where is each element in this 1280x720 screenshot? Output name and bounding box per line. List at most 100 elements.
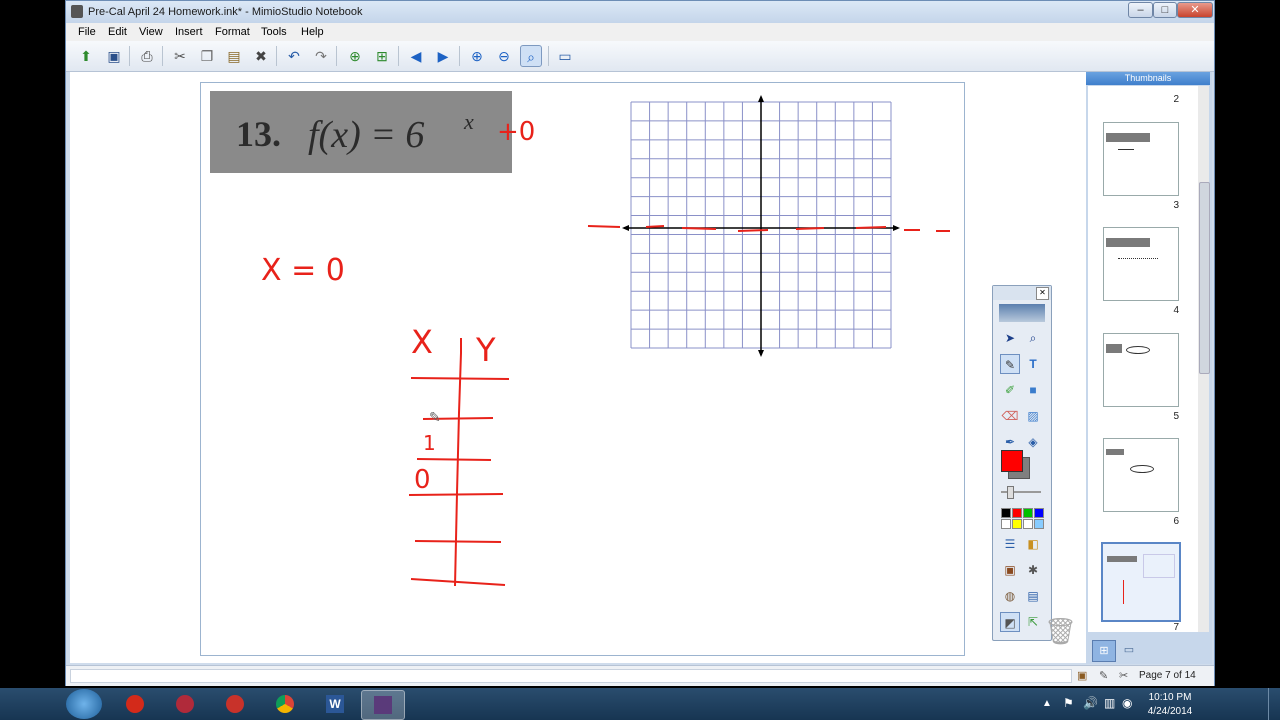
color-swatch[interactable] (1034, 519, 1044, 529)
menu-bar: File Edit View Insert Format Tools Help (66, 23, 1214, 41)
color-swatch[interactable] (1023, 508, 1033, 518)
zoom-fit-icon[interactable]: ⌕ (520, 45, 542, 67)
taskbar-mimio-icon[interactable] (361, 690, 405, 720)
zoom-out-icon[interactable]: ⊖ (493, 45, 515, 67)
taskbar-word-icon[interactable]: W (314, 690, 356, 718)
print-icon[interactable]: ⎙ (136, 45, 158, 67)
taskbar-angry-birds-seasons-icon[interactable] (214, 690, 256, 718)
taskbar-angry-birds-icon[interactable] (114, 690, 156, 718)
menu-tools[interactable]: Tools (261, 26, 287, 38)
line-style-icon[interactable]: ☰ (1000, 534, 1020, 554)
new-page-icon[interactable]: ⊕ (344, 45, 366, 67)
menu-edit[interactable]: Edit (108, 26, 127, 38)
fill-tool-icon[interactable]: ◈ (1023, 432, 1043, 452)
settings-status-icon[interactable]: ✂ (1119, 669, 1128, 682)
tools-status-icon[interactable]: ✎ (1099, 669, 1108, 682)
thumbnail-page-5[interactable] (1103, 333, 1179, 407)
trash-icon[interactable]: 🗑 (1044, 616, 1077, 648)
screen-capture-icon[interactable]: ▤ (1023, 586, 1043, 606)
line-color-swatch[interactable] (1001, 450, 1023, 472)
duplicate-page-icon[interactable]: ⊞ (371, 45, 393, 67)
thumbnail-page-4[interactable] (1103, 227, 1179, 301)
toolbar-separator (459, 46, 460, 66)
thumbnail-page-number: 5 (1173, 411, 1179, 422)
thumbnail-page-7-selected[interactable] (1101, 542, 1181, 622)
eyedropper-tool-icon[interactable]: ✒ (1000, 432, 1020, 452)
start-button[interactable] (66, 689, 102, 719)
maximize-button[interactable]: □ (1153, 2, 1177, 18)
image-tool-icon[interactable]: ▨ (1023, 406, 1043, 426)
menu-insert[interactable]: Insert (175, 26, 203, 38)
redo-icon[interactable]: ↷ (310, 45, 332, 67)
problem-exponent: x (464, 109, 474, 134)
handwritten-x-equals: X = 0 (261, 253, 345, 288)
close-button[interactable]: ✕ (1177, 2, 1213, 18)
palette-preview (999, 304, 1045, 322)
color-swatch[interactable] (1034, 508, 1044, 518)
toolbar-separator (336, 46, 337, 66)
spotlight-icon[interactable]: ✱ (1023, 560, 1043, 580)
network-icon[interactable]: ▥ (1104, 696, 1115, 710)
thumbnails-panel: Thumbnails 2 3 4 5 6 7 ⊞ ▭ (1086, 72, 1212, 664)
tray-flag-icon[interactable]: ⚑ (1063, 696, 1074, 710)
paste-icon[interactable]: ▤ (223, 45, 245, 67)
recorder-icon[interactable]: ▣ (1000, 560, 1020, 580)
palette-close-icon[interactable]: ✕ (1036, 287, 1049, 300)
show-desktop-button[interactable] (1268, 688, 1280, 720)
zoom-tool-icon[interactable]: ⌕ (1023, 328, 1043, 348)
thickness-slider-thumb[interactable] (1007, 486, 1014, 499)
save-icon[interactable]: ▣ (103, 45, 125, 67)
clock-time[interactable]: 10:10 PM (1148, 692, 1192, 703)
export-icon[interactable]: ⇱ (1023, 612, 1043, 632)
color-swatch[interactable] (1012, 508, 1022, 518)
highlighter-tool-icon[interactable]: ✐ (1000, 380, 1020, 400)
clock-date[interactable]: 4/24/2014 (1144, 706, 1196, 717)
minimize-button[interactable]: – (1128, 2, 1153, 18)
menu-format[interactable]: Format (215, 26, 250, 38)
reveal-icon[interactable]: ◍ (1000, 586, 1020, 606)
text-tool-icon[interactable]: T (1023, 354, 1043, 374)
zoom-in-icon[interactable]: ⊕ (466, 45, 488, 67)
select-tool-icon[interactable]: ➤ (1000, 328, 1020, 348)
color-swatch[interactable] (1023, 519, 1033, 529)
taskbar-angry-birds-space-icon[interactable] (164, 690, 206, 718)
toolbar-separator (162, 46, 163, 66)
copy-icon[interactable]: ❐ (196, 45, 218, 67)
taskbar-chrome-icon[interactable] (264, 690, 306, 718)
menu-view[interactable]: View (139, 26, 163, 38)
thumbnails-tab-icon[interactable]: ⊞ (1092, 640, 1116, 662)
canvas-area[interactable]: 13. f(x) = 6 x +0 X = 0 X Y 1 0 ✎ ✕ ➤ ⌕ … (70, 72, 1086, 663)
pen-tool-icon[interactable]: ✎ (1000, 354, 1020, 374)
notebook-page[interactable]: 13. f(x) = 6 x +0 X = 0 X Y 1 0 ✎ (200, 82, 965, 656)
thumbnail-page-6[interactable] (1103, 438, 1179, 512)
thumbnail-scrollbar[interactable] (1198, 86, 1210, 632)
shape-tool-icon[interactable]: ■ (1023, 380, 1043, 400)
problem-function: f(x) = 6 (308, 114, 425, 156)
color-swatch[interactable] (1001, 519, 1011, 529)
undo-icon[interactable]: ↶ (283, 45, 305, 67)
cut-icon[interactable]: ✂ (169, 45, 191, 67)
volume-icon[interactable]: 🔊 (1083, 696, 1098, 710)
previous-page-icon[interactable]: ◀ (405, 45, 427, 67)
toolbar-separator (548, 46, 549, 66)
scrollbar-thumb[interactable] (1199, 182, 1210, 374)
thumbnail-page-number: 4 (1173, 305, 1179, 316)
gallery-tab-icon[interactable]: ▭ (1118, 640, 1140, 660)
open-icon[interactable]: ⬆ (75, 45, 97, 67)
delete-icon[interactable]: ✖ (250, 45, 272, 67)
color-swatch[interactable] (1001, 508, 1011, 518)
eraser-tool-icon[interactable]: ⌫ (1000, 406, 1020, 426)
display-icon[interactable]: ▭ (554, 45, 576, 67)
color-swatch[interactable] (1012, 519, 1022, 529)
menu-help[interactable]: Help (301, 26, 324, 38)
menu-file[interactable]: File (78, 26, 96, 38)
next-page-icon[interactable]: ▶ (432, 45, 454, 67)
interactive-mode-icon[interactable]: ◩ (1000, 612, 1020, 632)
recorder-status-icon[interactable]: ▣ (1077, 669, 1087, 682)
thumbnail-page-3[interactable] (1103, 122, 1179, 196)
mimio-tray-icon[interactable]: ◉ (1122, 696, 1132, 710)
handwritten-table (408, 338, 510, 587)
tray-expand-icon[interactable]: ▲ (1042, 698, 1052, 709)
handwritten-plus-zero: +0 (497, 117, 536, 147)
gallery-icon[interactable]: ◧ (1023, 534, 1043, 554)
